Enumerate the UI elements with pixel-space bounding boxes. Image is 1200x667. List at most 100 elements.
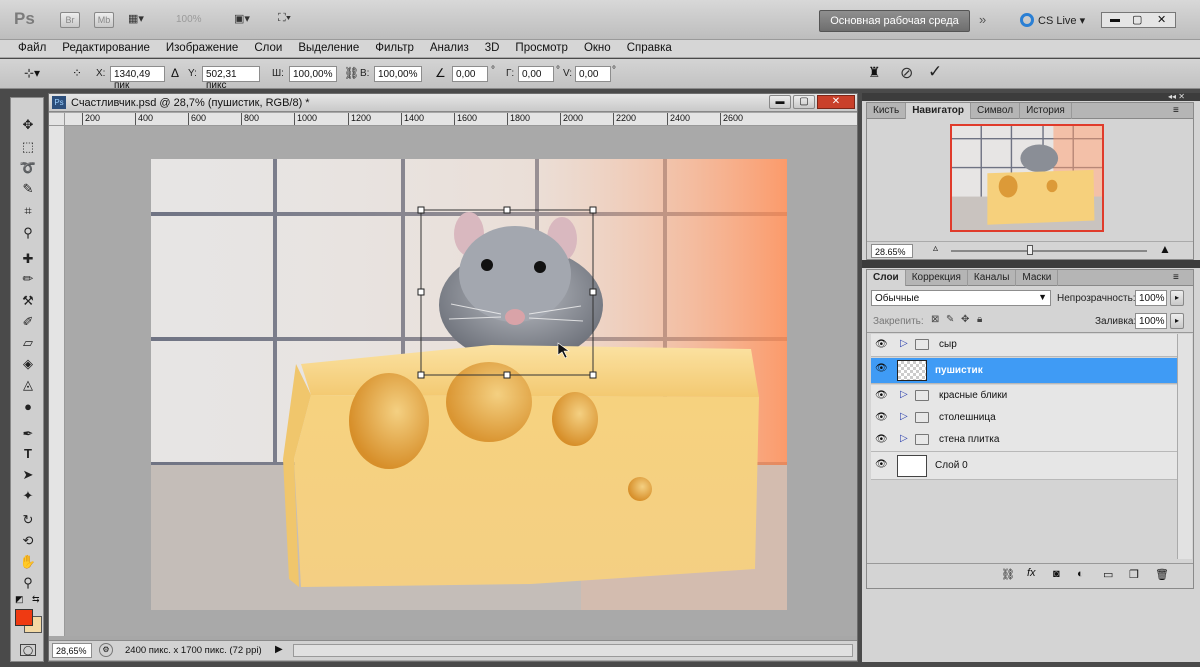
new-layer-icon[interactable]: ❐	[1129, 568, 1139, 581]
cancel-transform-icon[interactable]: ⊘	[900, 63, 913, 83]
ruler-origin[interactable]	[49, 113, 65, 126]
height-input[interactable]: 100,00%	[374, 66, 422, 82]
blend-mode-select[interactable]: Обычные ▼	[871, 290, 1051, 306]
delete-layer-icon[interactable]: 🗑︎	[1155, 568, 1169, 581]
menu-help[interactable]: Справка	[619, 40, 680, 54]
relative-position-icon[interactable]: Δ	[171, 66, 179, 80]
minibridge-button[interactable]: Mb	[94, 12, 114, 28]
menu-analysis[interactable]: Анализ	[422, 40, 477, 54]
hand-tool-icon[interactable]: ✋	[19, 553, 37, 571]
navigator-preview[interactable]	[950, 124, 1104, 232]
lock-pixels-icon[interactable]: ✎	[946, 314, 954, 325]
workspace-button[interactable]: Основная рабочая среда	[819, 10, 970, 32]
minimize-icon[interactable]: ▬	[1110, 14, 1120, 25]
horizontal-scrollbar[interactable]	[293, 644, 853, 657]
hskew-input[interactable]: 0,00	[518, 66, 554, 82]
layer-row-tabletop[interactable]: 👁︎ ▷ столешница	[871, 407, 1177, 430]
foreground-color-swatch[interactable]	[15, 609, 33, 626]
warp-mode-icon[interactable]: ♜	[868, 64, 881, 81]
healing-brush-tool-icon[interactable]: ✚	[19, 250, 37, 268]
opacity-slider-icon[interactable]: ▸	[1170, 290, 1184, 306]
marquee-tool-icon[interactable]: ⬚	[19, 138, 37, 156]
lasso-tool-icon[interactable]: ➰	[19, 159, 37, 177]
3d-rotate-tool-icon[interactable]: ↻	[19, 511, 37, 529]
opacity-input[interactable]: 100%	[1135, 290, 1167, 306]
layer-row-selected[interactable]: 👁︎ пушистик	[871, 358, 1177, 384]
tab-channels[interactable]: Каналы	[968, 270, 1017, 286]
layer-row-tile-wall[interactable]: 👁︎ ▷ стена плитка	[871, 429, 1177, 452]
fill-input[interactable]: 100%	[1135, 313, 1167, 329]
expand-group-icon[interactable]: ▷	[900, 389, 908, 400]
tab-adjustments[interactable]: Коррекция	[906, 270, 968, 286]
tab-layers[interactable]: Слои	[867, 270, 906, 286]
history-brush-tool-icon[interactable]: ✐	[19, 313, 37, 331]
transform-tool-icon[interactable]: ⊹▾	[24, 66, 46, 82]
menu-layers[interactable]: Слои	[246, 40, 290, 54]
more-workspaces-icon[interactable]: »	[979, 12, 986, 27]
zoom-field[interactable]: 28,65%	[52, 643, 92, 658]
layer-row-background[interactable]: 👁︎ Слой 0	[871, 452, 1177, 480]
document-title-bar[interactable]: Ps Счастливчик.psd @ 28,7% (пушистик, RG…	[49, 94, 857, 112]
tab-masks[interactable]: Маски	[1016, 270, 1059, 286]
y-position-input[interactable]: 502,31 пикс	[202, 66, 260, 91]
status-menu-icon[interactable]: ⚙	[99, 643, 113, 657]
layer-row-red-highlights[interactable]: 👁︎ ▷ красные блики	[871, 385, 1177, 408]
quick-selection-tool-icon[interactable]: ✎	[19, 180, 37, 198]
tab-navigator[interactable]: Навигатор	[906, 103, 971, 119]
doc-restore-icon[interactable]: ▢	[793, 95, 815, 109]
expand-group-icon[interactable]: ▷	[900, 433, 908, 444]
menu-window[interactable]: Окно	[576, 40, 619, 54]
visibility-eye-icon[interactable]: 👁︎	[875, 363, 889, 375]
reference-point-icon[interactable]: ⁘	[72, 66, 88, 82]
blur-tool-icon[interactable]: ◬	[19, 376, 37, 394]
x-position-input[interactable]: 1340,49 пик	[110, 66, 165, 91]
navigator-zoom-field[interactable]: 28.65%	[871, 244, 913, 258]
link-layers-icon[interactable]: ⛓	[1001, 568, 1015, 581]
panel-menu-icon[interactable]: ≡	[1173, 105, 1179, 116]
menu-select[interactable]: Выделение	[290, 40, 367, 54]
width-input[interactable]: 100,00%	[289, 66, 337, 82]
new-group-icon[interactable]: ▭	[1103, 568, 1113, 581]
zoom-in-icon[interactable]: ▲	[1159, 242, 1171, 256]
canvas-area[interactable]	[65, 126, 857, 636]
visibility-eye-icon[interactable]: 👁︎	[875, 412, 889, 424]
brush-tool-icon[interactable]: ✏	[19, 270, 37, 288]
close-icon[interactable]: ✕	[1157, 13, 1166, 26]
menu-3d[interactable]: 3D	[477, 40, 508, 54]
lock-all-icon[interactable]: 🔒︎	[977, 314, 982, 325]
move-tool-icon[interactable]: ✥	[19, 116, 37, 134]
doc-close-icon[interactable]: ✕	[817, 95, 855, 109]
tab-history[interactable]: История	[1020, 103, 1072, 119]
menu-file[interactable]: Файл	[0, 40, 54, 54]
expand-group-icon[interactable]: ▷	[900, 338, 908, 349]
layers-menu-icon[interactable]: ≡	[1173, 272, 1179, 283]
angle-input[interactable]: 0,00	[452, 66, 488, 82]
screen-mode-icon[interactable]: ⛶▾	[278, 12, 308, 28]
cslive-button[interactable]: CS Live ▾	[1038, 14, 1085, 27]
dodge-tool-icon[interactable]: ●	[19, 398, 37, 416]
zoom-out-icon[interactable]: ▵	[933, 243, 938, 254]
layer-style-icon[interactable]: fx	[1027, 567, 1036, 579]
vertical-ruler[interactable]	[49, 126, 65, 636]
expand-group-icon[interactable]: ▷	[900, 411, 908, 422]
clone-stamp-tool-icon[interactable]: ⚒	[19, 292, 37, 310]
visibility-eye-icon[interactable]: 👁︎	[875, 459, 889, 471]
tab-character[interactable]: Символ	[971, 103, 1021, 119]
collapse-panels-icon[interactable]: ◂◂ ✕	[1168, 92, 1185, 101]
add-mask-icon[interactable]: ◙	[1053, 568, 1060, 580]
tab-brush[interactable]: Кисть	[867, 103, 907, 119]
quick-mask-icon[interactable]: ◯	[20, 644, 36, 656]
menu-image[interactable]: Изображение	[158, 40, 246, 54]
menu-view[interactable]: Просмотр	[507, 40, 576, 54]
bridge-button[interactable]: Br	[60, 12, 80, 28]
pen-tool-icon[interactable]: ✒	[19, 425, 37, 443]
commit-transform-icon[interactable]: ✓	[928, 62, 942, 82]
visibility-eye-icon[interactable]: 👁︎	[875, 339, 889, 351]
shape-tool-icon[interactable]: ✦	[19, 487, 37, 505]
vskew-input[interactable]: 0,00	[575, 66, 611, 82]
fill-slider-icon[interactable]: ▸	[1170, 313, 1184, 329]
zoom-slider-thumb[interactable]	[1027, 245, 1033, 255]
lock-position-icon[interactable]: ✥	[961, 314, 969, 325]
link-icon[interactable]: ⛓	[344, 66, 359, 80]
zoom-tool-icon[interactable]: ⚲	[19, 574, 37, 592]
